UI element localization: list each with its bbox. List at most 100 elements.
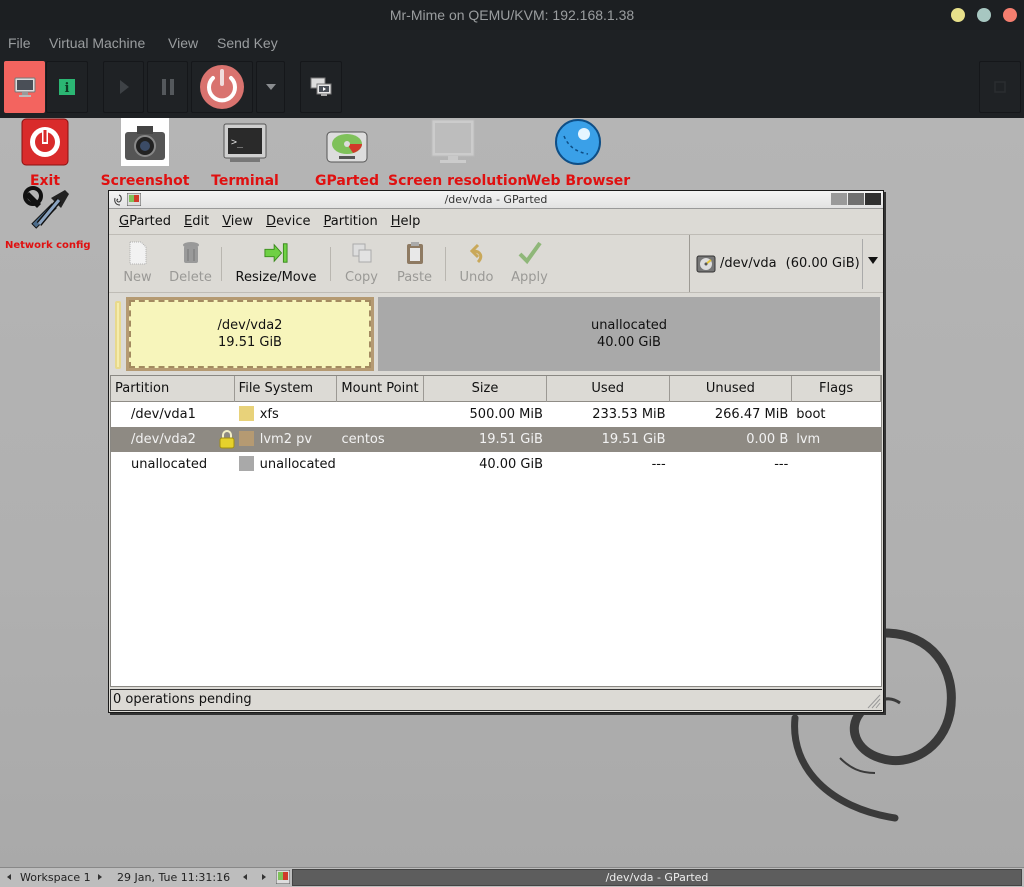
resize-grip-icon[interactable] (865, 691, 881, 709)
menu-virtual-machine[interactable]: Virtual Machine (49, 35, 145, 51)
gparted-menu-partition[interactable]: Partition (324, 214, 378, 229)
gparted-titlebar: /dev/vda - GParted (109, 191, 883, 209)
close-button[interactable] (1003, 8, 1017, 22)
cell-used: --- (651, 457, 666, 472)
debian-menu-icon[interactable] (113, 194, 123, 206)
host-menubar: File Virtual Machine View Send Key (0, 30, 1024, 58)
device-size: (60.00 GiB) (785, 256, 860, 271)
disk-map-vda1[interactable] (115, 301, 121, 369)
desktop-icon-gparted[interactable]: GParted (312, 126, 382, 189)
table-row[interactable]: unallocated unallocated 40.00 GiB --- --… (111, 452, 881, 477)
toolbar-separator (445, 247, 446, 281)
delete-icon (182, 242, 199, 263)
cell-size: 19.51 GiB (478, 432, 543, 447)
column-size[interactable]: Size (424, 376, 547, 402)
resize-move-button[interactable]: Resize/Move (226, 235, 326, 291)
cell-fs: lvm2 pv (259, 432, 313, 447)
toolbar-separator (330, 247, 331, 281)
fs-color-swatch (238, 456, 254, 471)
gparted-close-button[interactable] (865, 193, 881, 205)
svg-text:>_: >_ (231, 137, 244, 148)
menu-file[interactable]: File (8, 35, 31, 51)
shutdown-menu-button[interactable] (256, 61, 285, 113)
terminal-icon: >_ (223, 123, 267, 162)
task-prev-icon[interactable] (243, 874, 247, 880)
apply-button[interactable]: Apply (503, 235, 556, 291)
gparted-menu-help[interactable]: Help (391, 214, 421, 229)
desktop-icon-network-config[interactable]: Network config (5, 186, 91, 251)
device-selector[interactable]: /dev/vda (60.00 GiB) (689, 235, 883, 292)
power-icon (200, 65, 244, 109)
desktop-icon-label: Network config (5, 240, 91, 251)
undo-button[interactable]: Undo (450, 235, 503, 291)
desktop-icon-exit[interactable]: Exit (20, 118, 70, 189)
cell-partition: /dev/vda1 (131, 407, 196, 422)
console-view-button[interactable] (4, 61, 45, 113)
disk-map-unallocated[interactable]: unallocated 40.00 GiB (378, 297, 880, 371)
new-button[interactable]: New (111, 235, 164, 291)
gparted-menu-gparted[interactable]: GParted (119, 214, 171, 229)
column-used[interactable]: Used (547, 376, 670, 402)
globe-icon (555, 119, 601, 165)
maximize-button[interactable] (977, 8, 991, 22)
table-row[interactable]: /dev/vda1 xfs 500.00 MiB 233.53 MiB 266.… (111, 402, 881, 427)
chevron-down-icon (265, 84, 276, 90)
paste-button[interactable]: Paste (388, 235, 441, 291)
workspace-next-icon[interactable] (98, 874, 102, 880)
column-unused[interactable]: Unused (670, 376, 793, 402)
gparted-menu-device[interactable]: Device (266, 214, 310, 229)
desktop-icon-web-browser[interactable]: Web Browser (526, 118, 630, 189)
menu-view[interactable]: View (168, 35, 198, 51)
fullscreen-icon (994, 81, 1006, 93)
host-titlebar: Mr-Mime on QEMU/KVM: 192.168.1.38 (0, 0, 1024, 30)
dropdown-arrow-icon (868, 257, 878, 264)
column-file-system[interactable]: File System (235, 376, 338, 402)
shutdown-button[interactable] (191, 61, 253, 113)
cell-unused: --- (774, 457, 789, 472)
cell-flags: boot (796, 407, 826, 422)
column-partition[interactable]: Partition (111, 376, 235, 402)
menu-send-key[interactable]: Send Key (217, 35, 278, 51)
gparted-menu-view[interactable]: View (222, 214, 253, 229)
gparted-maximize-button[interactable] (848, 193, 864, 205)
run-button[interactable] (103, 61, 144, 113)
minimize-button[interactable] (951, 8, 965, 22)
toolbar-separator (221, 247, 222, 281)
gparted-minimize-button[interactable] (831, 193, 847, 205)
tools-icon (23, 186, 69, 229)
host-window-title: Mr-Mime on QEMU/KVM: 192.168.1.38 (389, 7, 635, 23)
cell-mount (338, 452, 425, 477)
copy-button[interactable]: Copy (335, 235, 388, 291)
status-bar: 0 operations pending (110, 689, 882, 711)
desktop-icon-screen-resolution[interactable]: Screen resolution (388, 118, 528, 189)
fullscreen-button[interactable] (979, 61, 1021, 113)
cell-unused: 0.00 B (746, 432, 789, 447)
column-mount-point[interactable]: Mount Point (337, 376, 425, 402)
workspace-label[interactable]: Workspace 1 (20, 871, 91, 884)
gparted-menu-edit[interactable]: Edit (184, 214, 209, 229)
desktop-icon-label: Screen resolution (388, 173, 528, 189)
gparted-window-title: /dev/vda - GParted (444, 193, 548, 206)
task-next-icon[interactable] (262, 874, 266, 880)
cell-used: 233.53 MiB (592, 407, 666, 422)
workspace-prev-icon[interactable] (7, 874, 11, 880)
paste-icon (406, 242, 423, 264)
desktop-icon-terminal[interactable]: >_ Terminal (205, 120, 285, 189)
pause-button[interactable] (147, 61, 188, 113)
svg-text:i: i (65, 81, 70, 96)
table-row[interactable]: /dev/vda2 lvm2 pv centos 19.51 GiB 19.51… (111, 427, 881, 452)
exit-power-icon (21, 118, 69, 166)
delete-button[interactable]: Delete (164, 235, 217, 291)
disk-map-vda2[interactable]: /dev/vda2 19.51 GiB (126, 297, 374, 371)
taskbar-gparted[interactable]: /dev/vda - GParted (292, 869, 1022, 886)
cell-flags: lvm (796, 432, 821, 447)
desktop-icon-screenshot[interactable]: Screenshot (100, 118, 190, 189)
screens-icon (310, 77, 332, 96)
gparted-toolbar: New Delete Resize/Move Copy Paste Undo A… (109, 235, 883, 293)
cell-fs: xfs (259, 407, 279, 422)
column-flags[interactable]: Flags (792, 376, 881, 402)
undo-icon (469, 243, 482, 264)
details-view-button[interactable]: i (46, 61, 88, 113)
snapshots-button[interactable] (300, 61, 342, 113)
cell-mount (337, 402, 424, 427)
